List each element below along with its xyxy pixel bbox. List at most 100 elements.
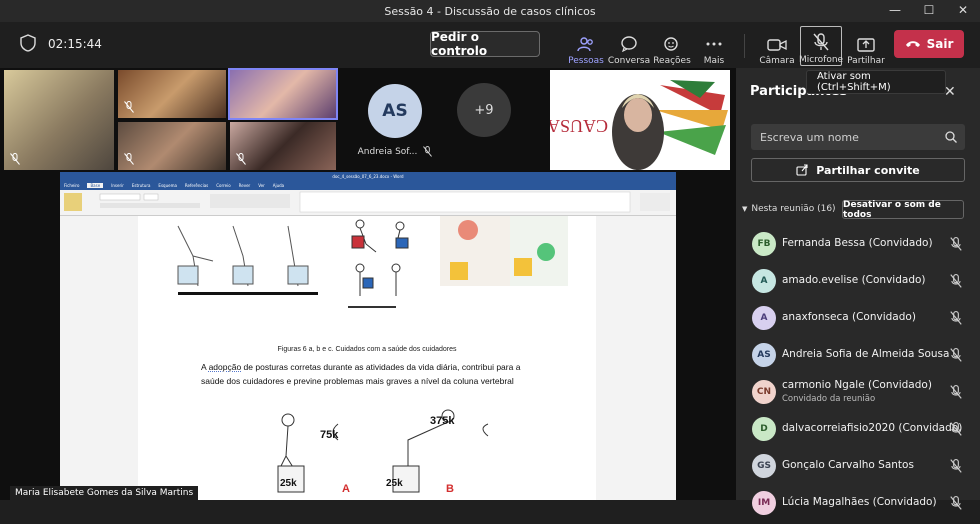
word-tab[interactable]: Estrutura [132,183,151,188]
participant-row[interactable]: FB Fernanda Bessa (Convidado) [752,228,972,265]
word-tab[interactable]: Inserir [111,183,124,188]
avatar: GS [752,454,776,478]
weight-label-b: 375k [430,415,455,427]
reactions-button[interactable]: Reações [648,26,696,66]
chat-button[interactable]: Conversa [605,26,653,66]
participant-row[interactable]: Aamado.evelise (Convidado) [752,265,972,302]
avatar-name: Andreia Sof... [358,146,433,157]
video-tile-active-speaker[interactable] [228,68,338,120]
video-tile[interactable] [118,122,226,170]
box-label-a: 25k [280,478,297,489]
microphone-button[interactable]: Microfone [799,26,843,66]
avatar: A [752,306,776,330]
mic-off-icon[interactable] [950,422,962,436]
word-tab[interactable]: Esquema [158,183,177,188]
word-tab[interactable]: Referências [185,183,208,188]
mic-off-icon [423,146,433,157]
mic-off-icon [124,153,134,165]
participant-row[interactable]: AS Andreia Sofia de Almeida Sousa [752,339,972,376]
search-icon[interactable] [945,131,957,143]
mute-all-button[interactable]: Desativar o som de todos [842,200,964,220]
meeting-timer: 02:15:44 [48,37,102,51]
maximize-icon[interactable]: ☐ [912,0,946,22]
video-stage: AS Andreia Sof... +9 CAUSA doc_4_sessão_… [0,68,736,500]
mic-off-icon [10,153,20,165]
word-tab[interactable]: Ajuda [273,183,284,188]
document-paragraph: A adopção de posturas corretas durante a… [201,360,541,388]
microphone-muted-icon [813,33,829,51]
reactions-label: Reações [653,56,691,66]
avatar: IM [752,491,776,515]
toolbar-divider [744,34,745,58]
hang-up-icon [905,41,920,47]
avatar-name-label: Andreia Sof... [357,146,418,157]
leave-button[interactable]: Sair [894,30,964,58]
mic-off-icon [236,153,246,165]
close-window-icon[interactable]: ✕ [946,0,980,22]
video-tile[interactable] [230,122,336,170]
overflow-participants-button[interactable]: +9 [457,83,511,137]
presenter-video[interactable]: CAUSA [550,70,730,170]
participant-name: Fernanda Bessa (Convidado) [782,237,933,249]
avatar: CN [752,380,776,404]
word-tab[interactable]: Ficheiro [64,183,79,188]
people-button[interactable]: Pessoas [562,26,610,66]
mic-off-icon[interactable] [950,385,962,399]
chevron-down-icon: ▼ [742,205,748,213]
participant-row[interactable]: GS Gonçalo Carvalho Santos [752,450,972,487]
title-bar: Sessão 4 - Discussão de casos clínicos —… [0,0,980,22]
request-control-button[interactable]: Pedir o controlo [430,30,540,58]
in-meeting-header[interactable]: ▼ Nesta reunião (16) [742,204,836,214]
share-invite-label: Partilhar convite [816,163,920,177]
minimize-icon[interactable]: — [878,0,912,22]
more-icon [706,42,722,46]
chat-icon [621,36,637,52]
avatar: FB [752,232,776,256]
more-button[interactable]: Mais [690,26,738,66]
participant-row[interactable]: CN carmonio Ngale (Convidado) Convidado da… [752,376,972,413]
camera-button[interactable]: Câmara [753,26,801,66]
word-tab[interactable]: Ver [258,183,265,188]
avatar: AS [752,343,776,367]
shared-screen[interactable]: doc_4_sessão_07_6_23.docx - Word Ficheir… [60,172,676,500]
mic-off-icon[interactable] [950,237,962,251]
causa-maior-banner: CAUSA [550,80,728,170]
participant-row[interactable]: Ddalvacorreiafisio2020 (Convidado) [752,413,972,450]
participant-row[interactable]: IM Lúcia Magalhães (Convidado) [752,487,972,524]
word-tab[interactable]: Correio [216,183,230,188]
mic-off-icon[interactable] [950,274,962,288]
participant-row[interactable]: Aanaxfonseca (Convidado) [752,302,972,339]
window-title: Sessão 4 - Discussão de casos clínicos [384,4,596,18]
search-input[interactable] [751,124,965,150]
camera-icon [767,39,787,51]
document-page[interactable]: Figuras 6 a, b e c. Cuidados com a saúde… [138,216,596,500]
shield-icon [20,34,36,52]
video-tile[interactable] [4,70,114,170]
avatar: A [752,269,776,293]
participant-name: Lúcia Magalhães (Convidado) [782,496,937,508]
spellcheck-word[interactable]: adopção [209,362,242,372]
more-label: Mais [703,56,725,66]
camera-label: Câmara [759,56,795,66]
word-tab[interactable]: Rever [239,183,251,188]
avatar-tile[interactable]: AS Andreia Sof... [345,70,445,170]
figure-letter-a: A [342,483,350,495]
window-controls: — ☐ ✕ [878,0,980,22]
share-button[interactable]: Partilhar [842,26,890,66]
paragraph-start: A [201,362,209,372]
figure-letter-b: B [446,483,454,495]
mic-off-icon[interactable] [950,496,962,510]
reactions-icon [664,37,678,51]
mic-off-icon[interactable] [950,348,962,362]
participants-panel: Participantes ✕ Partilhar convite ▼ Nest… [736,68,980,515]
participant-name: amado.evelise (Convidado) [782,274,926,286]
video-tile[interactable] [118,70,226,118]
share-label: Partilhar [847,56,885,66]
participant-list: FB Fernanda Bessa (Convidado) Aamado.eveli… [752,228,972,524]
share-invite-button[interactable]: Partilhar convite [751,158,965,182]
avatar: D [752,417,776,441]
leave-label: Sair [926,37,954,51]
mic-off-icon[interactable] [950,311,962,325]
word-tab-active[interactable]: Base [87,183,104,188]
mic-off-icon[interactable] [950,459,962,473]
